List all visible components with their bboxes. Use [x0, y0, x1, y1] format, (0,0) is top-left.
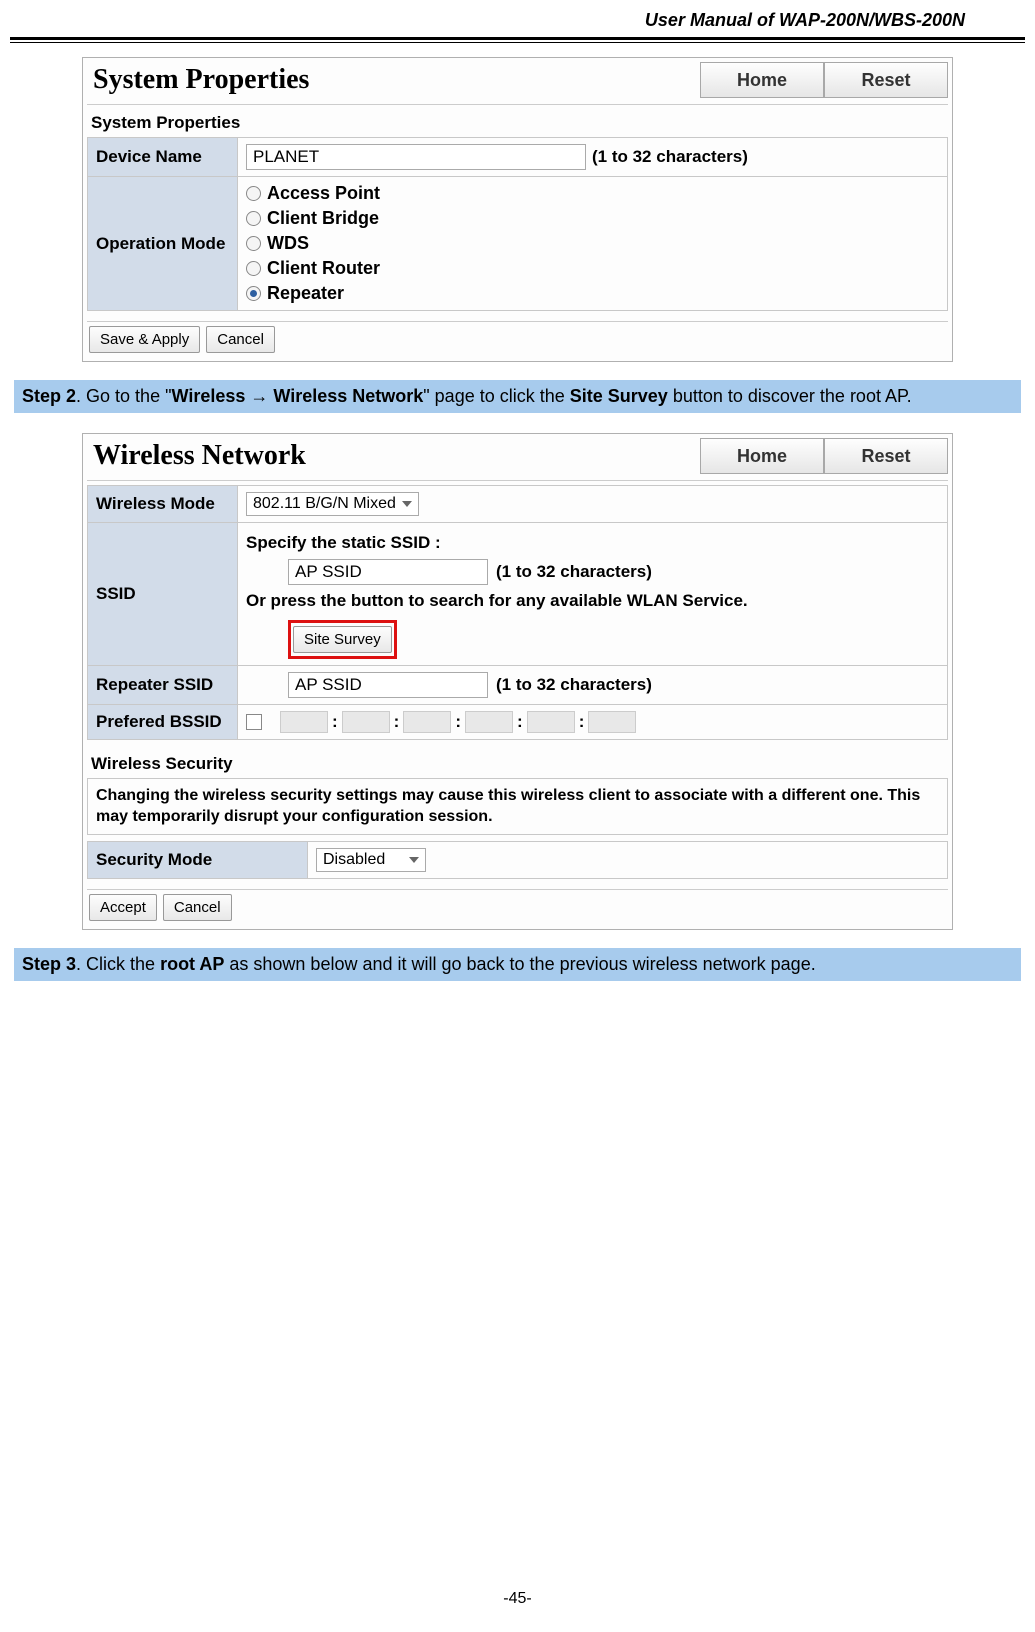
wireless-mode-label: Wireless Mode — [88, 486, 238, 523]
ssid-label: SSID — [88, 523, 238, 666]
bssid-oct4[interactable] — [465, 711, 513, 733]
home-button[interactable]: Home — [700, 438, 824, 474]
reset-button[interactable]: Reset — [824, 438, 948, 474]
bssid-oct2[interactable] — [342, 711, 390, 733]
doc-header: User Manual of WAP-200N/WBS-200N — [10, 10, 1025, 37]
ssid-static-text: Specify the static SSID : — [246, 529, 939, 558]
bssid-label: Prefered BSSID — [88, 704, 238, 739]
bssid-oct5[interactable] — [527, 711, 575, 733]
site-survey-button[interactable]: Site Survey — [293, 626, 392, 653]
wireless-security-label: Wireless Security — [83, 750, 952, 778]
section-label: System Properties — [83, 109, 952, 137]
mode-client-bridge[interactable]: Client Bridge — [246, 208, 939, 229]
panel-title: Wireless Network — [87, 436, 312, 476]
cancel-button[interactable]: Cancel — [163, 894, 232, 921]
config-table: Device Name (1 to 32 characters) Operati… — [87, 137, 948, 311]
mode-client-router[interactable]: Client Router — [246, 258, 939, 279]
wireless-config-table: Wireless Mode 802.11 B/G/N Mixed SSID Sp… — [87, 485, 948, 740]
char-hint: (1 to 32 characters) — [496, 675, 652, 695]
security-mode-label: Security Mode — [88, 841, 308, 878]
header-rule-thin — [10, 42, 1025, 43]
mode-wds[interactable]: WDS — [246, 233, 939, 254]
header-rule-thick — [10, 37, 1025, 40]
bssid-oct1[interactable] — [280, 711, 328, 733]
step3-bar: Step 3. Click the root AP as shown below… — [14, 948, 1021, 981]
bssid-checkbox[interactable] — [246, 714, 262, 730]
ssid-or-text: Or press the button to search for any av… — [246, 587, 939, 616]
repeater-ssid-input[interactable] — [288, 672, 488, 698]
char-hint: (1 to 32 characters) — [496, 558, 652, 587]
step2-label: Step 2 — [22, 386, 76, 406]
ssid-input[interactable] — [288, 559, 488, 585]
home-button[interactable]: Home — [700, 62, 824, 98]
step2-bar: Step 2. Go to the "Wireless → Wireless N… — [14, 380, 1021, 413]
site-survey-highlight: Site Survey — [288, 620, 397, 659]
bssid-oct3[interactable] — [403, 711, 451, 733]
mode-ap[interactable]: Access Point — [246, 183, 939, 204]
security-mode-select[interactable]: Disabled — [316, 848, 426, 872]
operation-mode-label: Operation Mode — [88, 177, 238, 311]
wireless-network-panel: Wireless Network Home Reset Wireless Mod… — [82, 433, 953, 930]
security-table: Security Mode Disabled — [87, 841, 948, 879]
wireless-mode-select[interactable]: 802.11 B/G/N Mixed — [246, 492, 419, 516]
panel-title: System Properties — [87, 60, 315, 100]
mode-repeater[interactable]: Repeater — [246, 283, 939, 304]
char-hint: (1 to 32 characters) — [592, 147, 748, 167]
security-warning: Changing the wireless security settings … — [87, 778, 948, 835]
page-number: -45- — [0, 1560, 1035, 1628]
device-name-label: Device Name — [88, 138, 238, 177]
cancel-button[interactable]: Cancel — [206, 326, 275, 353]
system-properties-panel: System Properties Home Reset System Prop… — [82, 57, 953, 362]
step3-label: Step 3 — [22, 954, 76, 974]
reset-button[interactable]: Reset — [824, 62, 948, 98]
accept-button[interactable]: Accept — [89, 894, 157, 921]
arrow-icon: → — [250, 386, 268, 406]
device-name-input[interactable] — [246, 144, 586, 170]
bssid-oct6[interactable] — [588, 711, 636, 733]
repeater-ssid-label: Repeater SSID — [88, 665, 238, 704]
save-apply-button[interactable]: Save & Apply — [89, 326, 200, 353]
